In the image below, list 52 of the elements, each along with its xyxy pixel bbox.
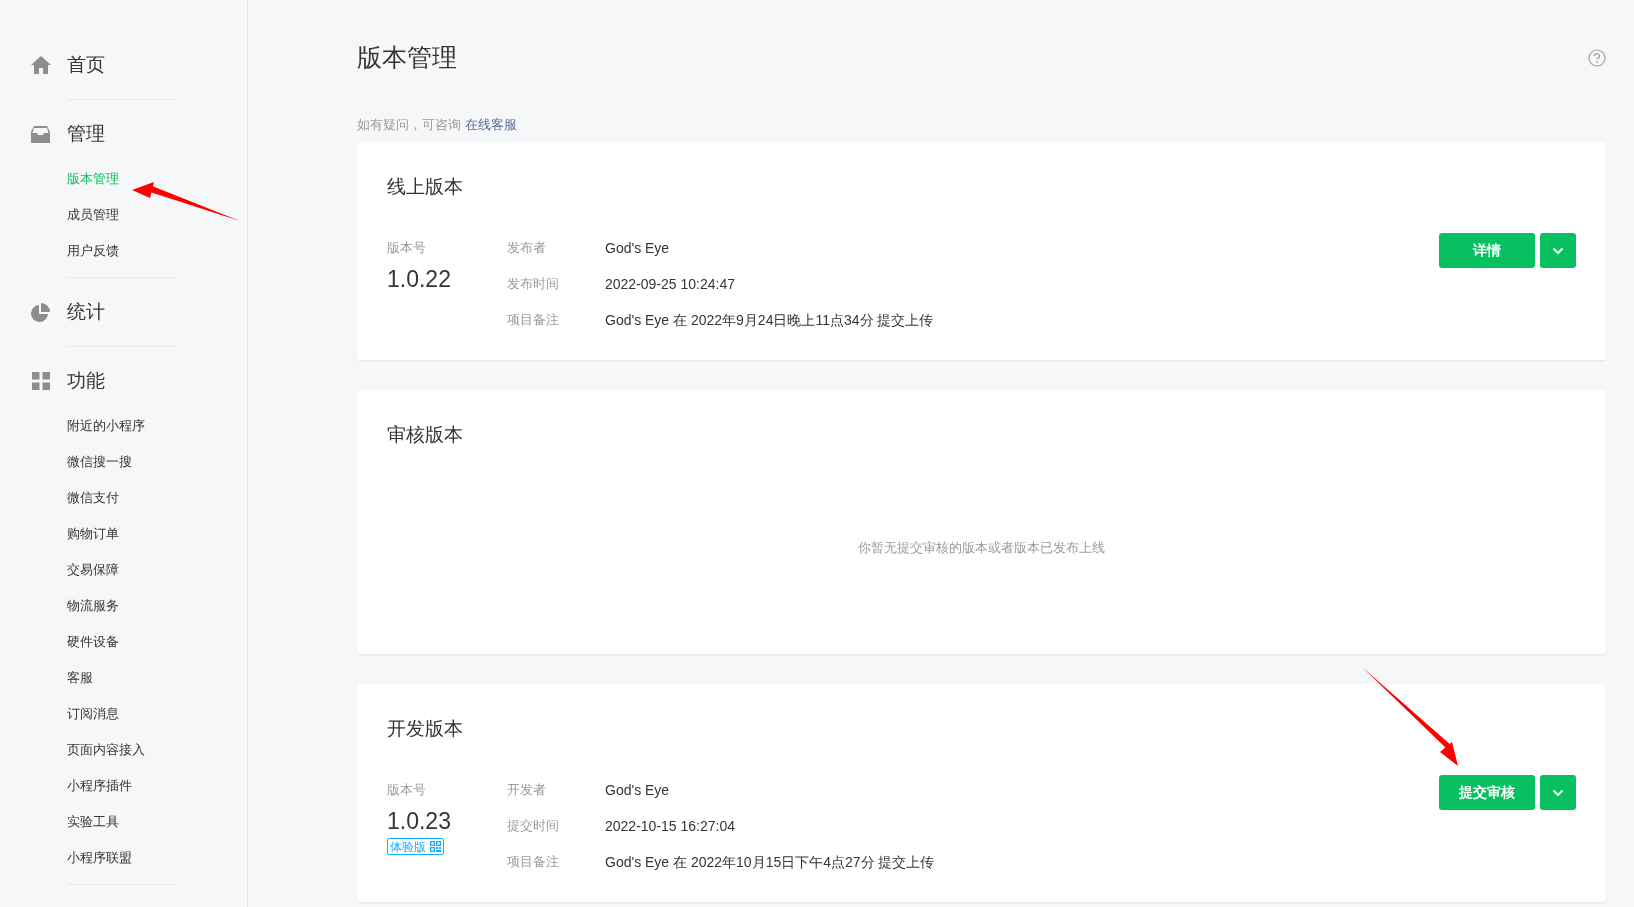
field-label: 发布者 [507,239,547,257]
nav-item[interactable]: 成员管理 [67,205,119,225]
chevron-down-icon [1552,246,1564,255]
field-label: 项目备注 [507,853,560,871]
dropdown-button[interactable] [1540,775,1576,810]
field-label: 发布时间 [507,275,560,293]
nav-item[interactable]: 附近的小程序 [67,416,145,436]
field-value: 2022-09-25 10:24:47 [605,275,735,294]
nav-item[interactable]: 小程序联盟 [67,848,132,868]
help-icon[interactable] [1588,49,1606,67]
field-label: 项目备注 [507,311,560,329]
version-label: 版本号 [387,781,426,799]
field-value: God's Eye [605,781,670,800]
nav-item[interactable]: 客服 [67,668,93,688]
qr-code-icon[interactable] [430,841,441,852]
nav-item[interactable]: 微信搜一搜 [67,452,132,472]
nav-item[interactable]: 购物订单 [67,524,119,544]
support-link[interactable]: 在线客服 [465,115,517,135]
nav-item[interactable]: 实验工具 [67,812,119,832]
field-value: 2022-10-15 16:27:04 [605,817,735,836]
nav-section[interactable]: 功能 [67,366,105,396]
version-label: 版本号 [387,239,426,257]
inbox-icon [31,125,50,143]
pie-chart-icon [31,302,50,322]
home-icon [30,56,51,74]
nav-item[interactable]: 微信支付 [67,488,119,508]
grid-icon [31,372,50,390]
version-number: 1.0.23 [387,807,451,836]
nav-section[interactable]: 管理 [67,119,105,149]
notice-text: 如有疑问，可咨询 [357,116,461,135]
card-title: 开发版本 [387,717,463,741]
nav-item[interactable]: 小程序插件 [67,776,132,796]
card-title: 线上版本 [387,175,463,199]
nav-item[interactable]: 交易保障 [67,560,119,580]
nav-item[interactable]: 硬件设备 [67,632,119,652]
version-number: 1.0.22 [387,265,451,294]
nav-item[interactable]: 订阅消息 [67,704,119,724]
field-value: God's Eye 在 2022年10月15日下午4点27分 提交上传 [605,853,935,872]
card-title: 审核版本 [387,423,463,447]
field-label: 开发者 [507,781,547,799]
field-value: God's Eye 在 2022年9月24日晚上11点34分 提交上传 [605,311,934,330]
empty-message: 你暂无提交审核的版本或者版本已发布上线 [858,539,1105,557]
nav-item[interactable]: 物流服务 [67,596,119,616]
field-value: God's Eye [605,239,670,258]
field-label: 提交时间 [507,817,560,835]
chevron-down-icon [1552,788,1564,797]
nav-item[interactable]: 页面内容接入 [67,740,145,760]
dropdown-button[interactable] [1540,233,1576,268]
nav-item[interactable]: 用户反馈 [67,241,119,261]
nav-section[interactable]: 统计 [67,297,105,327]
page-title: 版本管理 [357,42,457,74]
nav-section[interactable]: 首页 [67,50,105,80]
